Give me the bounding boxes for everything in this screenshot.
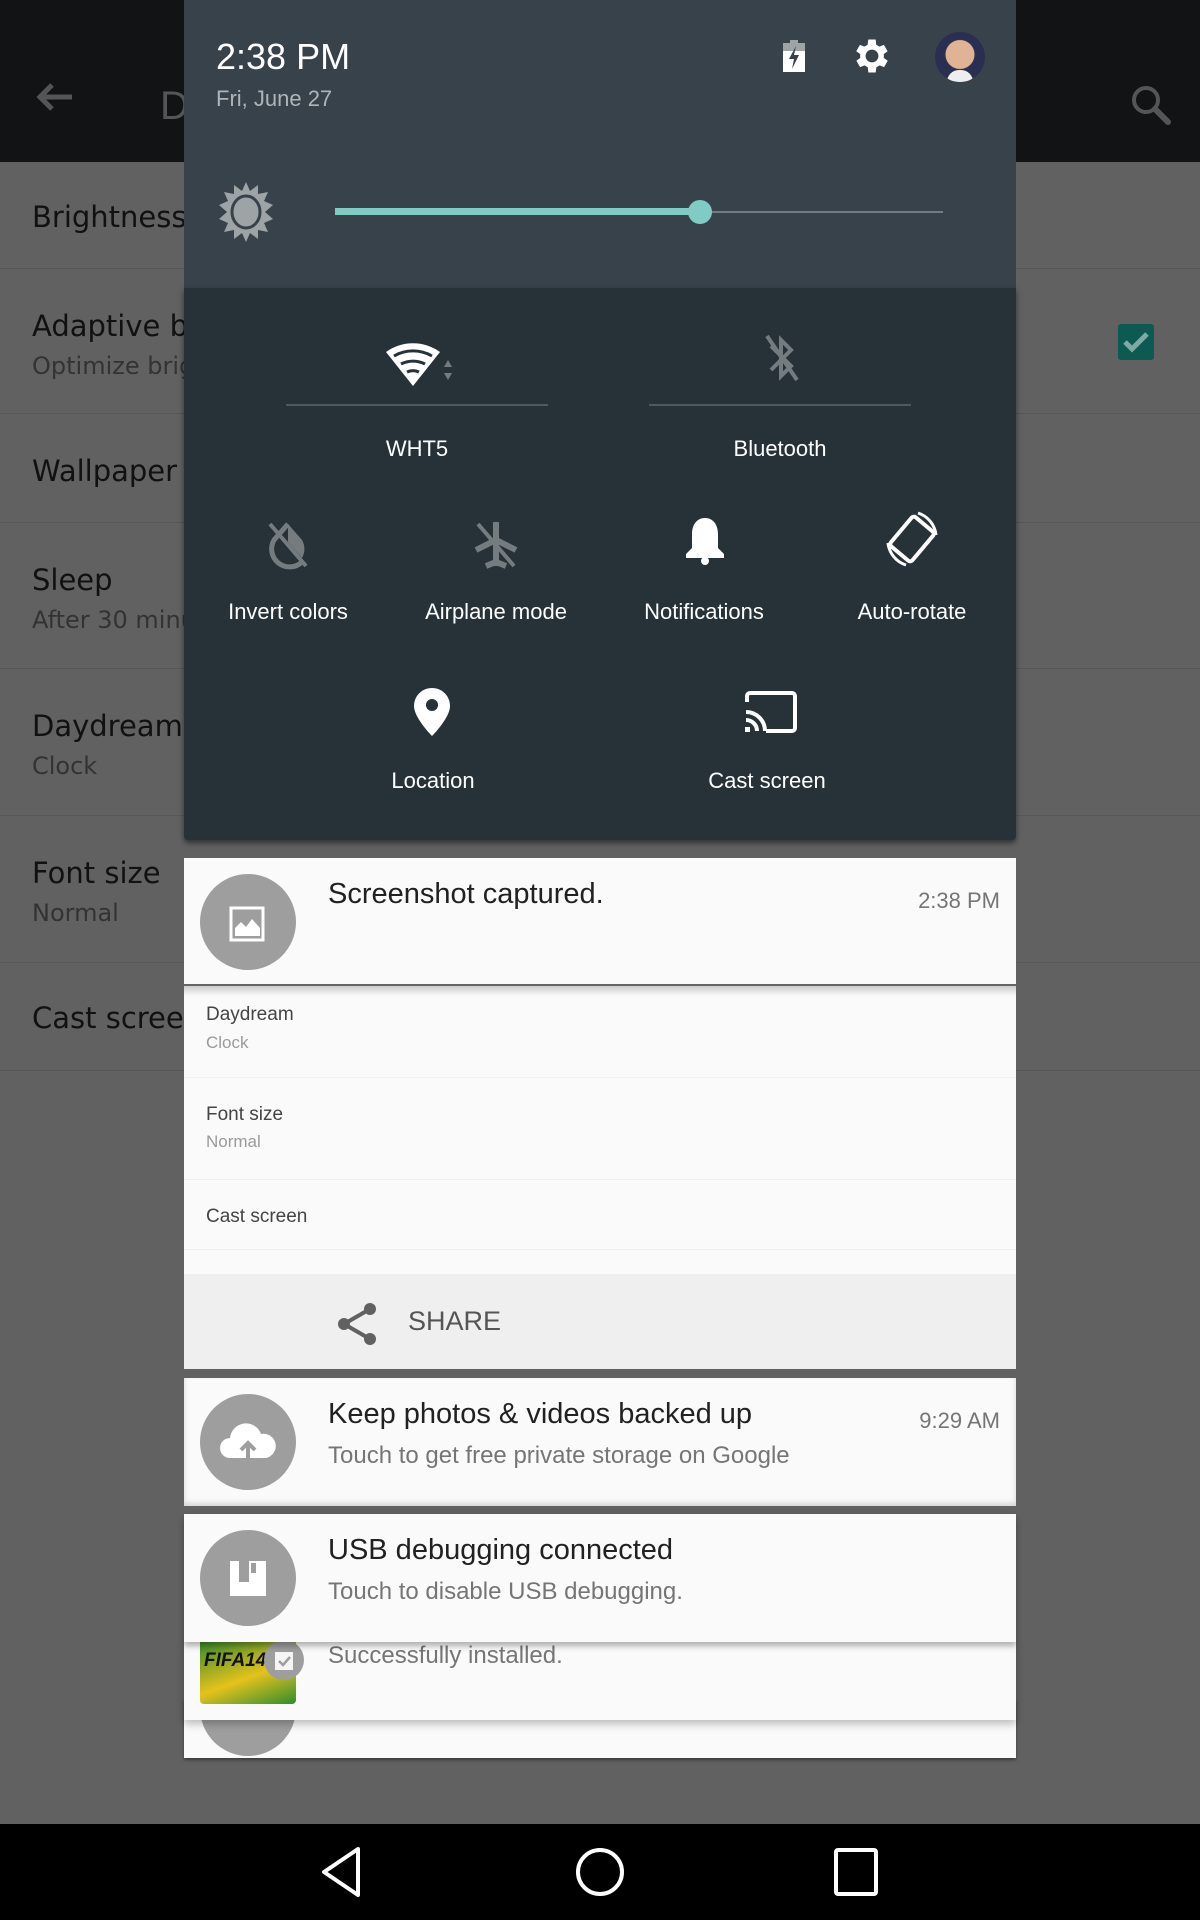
tile-divider: [649, 404, 911, 406]
gear-icon[interactable]: [850, 34, 894, 78]
share-icon: [338, 1303, 376, 1345]
brightness-slider[interactable]: [335, 200, 943, 224]
cast-icon: [745, 691, 797, 733]
bluetooth-off-icon: [765, 334, 799, 382]
notification-screenshot[interactable]: Screenshot captured. 2:38 PM: [184, 858, 1016, 986]
quick-settings-header: 2:38 PM Fri, June 27: [184, 0, 1016, 288]
notification-usb-debugging[interactable]: USB debugging connected Touch to disable…: [184, 1514, 1016, 1642]
notification-app-installed[interactable]: FIFA14 Successfully installed.: [184, 1640, 1016, 1720]
wifi-icon: [386, 343, 452, 386]
cloud-upload-icon: [220, 1423, 276, 1460]
screenshot-preview[interactable]: Daydream Clock Font size Normal Cast scr…: [184, 986, 1016, 1274]
date[interactable]: Fri, June 27: [216, 86, 332, 112]
preview-row: Cast screen: [184, 1180, 1016, 1250]
notification-icon: [200, 874, 296, 970]
notification-icon: [200, 1394, 296, 1490]
invert-colors-off-icon: [268, 522, 308, 570]
checkbox-checked-icon[interactable]: [1118, 324, 1154, 360]
rotate-icon: [886, 511, 938, 567]
notification-photos-backup[interactable]: Keep photos & videos backed up Touch to …: [184, 1378, 1016, 1506]
bell-icon: [686, 518, 724, 565]
quick-settings-tiles: WHT5 Bluetooth Invert colors Airplane mo…: [184, 288, 1016, 840]
tile-bluetooth[interactable]: Bluetooth: [649, 288, 911, 468]
share-button[interactable]: SHARE: [184, 1274, 1016, 1369]
image-icon: [229, 906, 265, 942]
preview-row: Daydream Clock: [184, 986, 1016, 1078]
play-store-check-icon: [264, 1640, 304, 1680]
avatar[interactable]: [935, 32, 985, 82]
arrow-back-icon[interactable]: [36, 82, 74, 112]
usb-debug-icon: [230, 1561, 266, 1596]
preview-row: Font size Normal: [184, 1078, 1016, 1180]
clock: 2:38 PM: [216, 36, 351, 77]
tile-wifi[interactable]: WHT5: [286, 288, 548, 468]
tile-divider: [286, 404, 548, 406]
location-pin-icon: [414, 688, 450, 736]
notification-icon: [200, 1530, 296, 1626]
home-icon[interactable]: [574, 1846, 626, 1898]
tile-location[interactable]: Location: [302, 688, 564, 798]
tile-auto-rotate[interactable]: Auto-rotate: [808, 508, 1016, 628]
battery-charging-icon[interactable]: [783, 40, 805, 72]
tile-invert-colors[interactable]: Invert colors: [184, 508, 392, 628]
tile-notifications[interactable]: Notifications: [600, 508, 808, 628]
tile-cast-screen[interactable]: Cast screen: [636, 688, 898, 798]
tile-airplane-mode[interactable]: Airplane mode: [392, 508, 600, 628]
navigation-bar: [0, 1824, 1200, 1920]
search-icon[interactable]: [1130, 84, 1172, 126]
recents-icon[interactable]: [832, 1846, 880, 1898]
brightness-icon: [219, 182, 273, 242]
airplane-off-icon: [474, 522, 518, 569]
back-icon[interactable]: [318, 1846, 366, 1898]
brightness-slider-fill: [335, 208, 700, 215]
brightness-slider-thumb[interactable]: [687, 200, 712, 224]
